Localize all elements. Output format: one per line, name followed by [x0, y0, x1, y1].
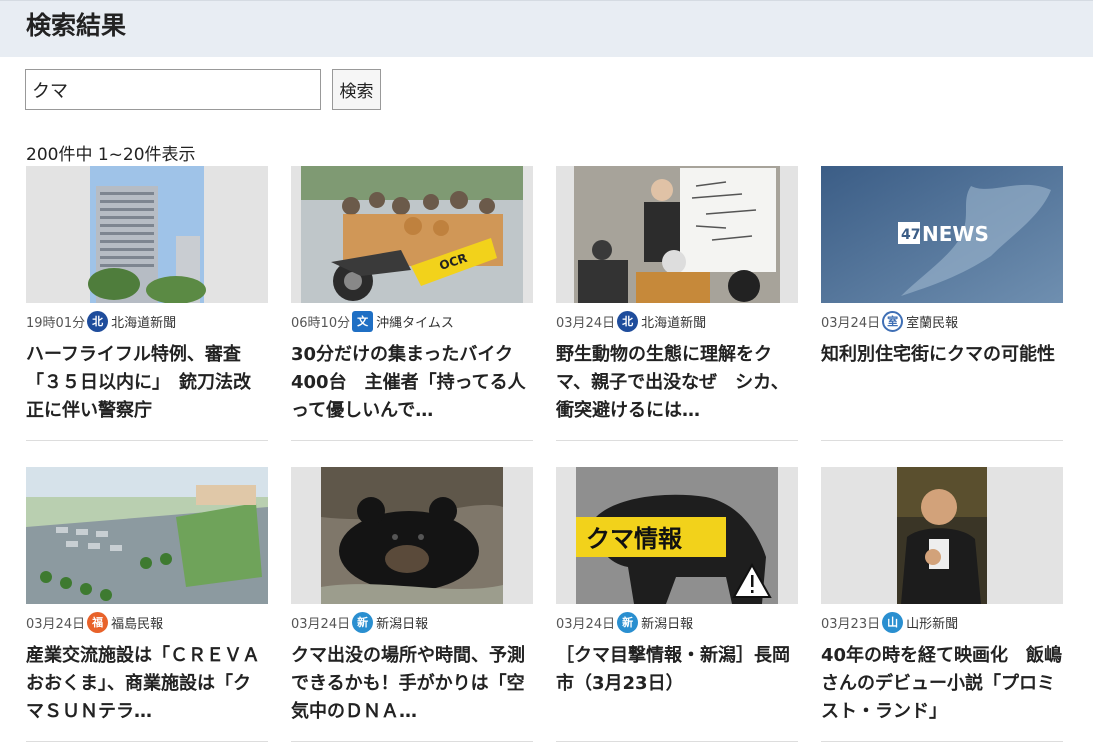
article-title[interactable]: 30分だけの集まったバイク400台 主催者「持ってる人って優しいんで…	[291, 341, 533, 425]
article-meta: 03月24日 新 新潟日報	[556, 604, 798, 640]
article-time: 03月24日	[556, 315, 616, 331]
news-card[interactable]: 47 NEWS 03月24日 室 室蘭民報 知利別住宅街にクマの可能性	[821, 166, 1063, 441]
article-meta: 19時01分 北 北海道新聞	[26, 303, 268, 339]
article-title[interactable]: ［クマ目撃情報・新潟］長岡市（3月23日）	[556, 642, 798, 698]
article-thumbnail[interactable]	[26, 467, 268, 604]
article-source: 北海道新聞	[641, 315, 707, 331]
article-title[interactable]: クマ出没の場所や時間、予測できるかも！手がかりは「空気中のＤＮＡ…	[291, 642, 533, 726]
article-meta: 03月23日 山 山形新聞	[821, 604, 1063, 640]
article-title[interactable]: 知利別住宅街にクマの可能性	[821, 341, 1063, 369]
article-source: 福島民報	[111, 616, 164, 632]
article-thumbnail[interactable]: 47 NEWS	[821, 166, 1063, 303]
article-title[interactable]: 40年の時を経て映画化 飯嶋さんのデビュー小説「プロミスト・ランド」	[821, 642, 1063, 726]
bear-info-graphic: クマ情報	[576, 467, 778, 604]
news-card[interactable]: クマ情報 03月24日 新 新潟日報 ［クマ目撃情報・新潟］長岡市（3月23日）	[556, 467, 798, 742]
search-button[interactable]: 検索	[332, 69, 381, 110]
okinawa-times-icon: 文	[352, 310, 374, 332]
article-time: 03月24日	[821, 315, 881, 331]
news-card[interactable]: 03月23日 山 山形新聞 40年の時を経て映画化 飯嶋さんのデビュー小説「プロ…	[821, 467, 1063, 742]
article-time: 19時01分	[26, 315, 86, 331]
article-time: 03月24日	[556, 616, 616, 632]
search-bar: 検索	[25, 69, 381, 110]
news-card[interactable]: 03月24日 新 新潟日報 クマ出没の場所や時間、予測できるかも！手がかりは「空…	[291, 467, 533, 742]
hokkaido-shimbun-icon: 北	[87, 310, 109, 332]
news-card[interactable]: 03月24日 福 福島民報 産業交流施設は「ＣＲＥＶＡおおくま」、商業施設は「ク…	[26, 467, 268, 742]
hokkaido-shimbun-icon: 北	[617, 310, 639, 332]
building-photo	[88, 166, 206, 303]
article-title[interactable]: 産業交流施設は「ＣＲＥＶＡおおくま」、商業施設は「クマＳＵＮテラ…	[26, 642, 268, 726]
article-source: 新潟日報	[641, 616, 694, 632]
muroran-minpo-icon: 室	[882, 310, 904, 332]
facility-rendering-image	[26, 467, 268, 604]
article-source: 沖縄タイムス	[376, 315, 454, 331]
article-meta: 03月24日 室 室蘭民報	[821, 303, 1063, 339]
article-time: 03月24日	[291, 616, 351, 632]
results-grid: 19時01分 北 北海道新聞 ハーフライフル特例、審査「３５日以内に」 銃刀法改…	[26, 166, 1063, 742]
article-meta: 06時10分 文 沖縄タイムス	[291, 303, 533, 339]
47news-logo-image: 47 NEWS	[821, 166, 1063, 303]
motorcycle-gathering-photo: OCR	[301, 166, 523, 303]
article-thumbnail[interactable]: OCR	[291, 166, 533, 303]
article-meta: 03月24日 新 新潟日報	[291, 604, 533, 640]
article-source: 山形新聞	[906, 616, 959, 632]
yamagata-shimbun-icon: 山	[882, 611, 904, 633]
article-title[interactable]: ハーフライフル特例、審査「３５日以内に」 銃刀法改正に伴い警察庁	[26, 341, 268, 425]
article-source: 新潟日報	[376, 616, 429, 632]
lecture-photo	[574, 166, 780, 303]
page-header: 検索結果	[0, 0, 1093, 57]
article-source: 室蘭民報	[906, 315, 959, 331]
article-thumbnail[interactable]	[291, 467, 533, 604]
article-meta: 03月24日 北 北海道新聞	[556, 303, 798, 339]
niigata-nippo-icon: 新	[352, 611, 374, 633]
article-title[interactable]: 野生動物の生態に理解をクマ、親子で出没なぜ シカ、衝突避けるには…	[556, 341, 798, 425]
news-card[interactable]: OCR 06時10分 文 沖縄タイムス 30分だけの集まったバイク400台 主催…	[291, 166, 533, 441]
results-count: 200件中 1~20件表示	[26, 145, 196, 165]
article-thumbnail[interactable]: クマ情報	[556, 467, 798, 604]
article-thumbnail[interactable]	[556, 166, 798, 303]
svg-text:47: 47	[901, 227, 920, 243]
search-input[interactable]	[25, 69, 321, 110]
article-time: 03月24日	[26, 616, 86, 632]
kuma-info-label: クマ情報	[586, 525, 683, 553]
article-thumbnail[interactable]	[26, 166, 268, 303]
news-card[interactable]: 19時01分 北 北海道新聞 ハーフライフル特例、審査「３５日以内に」 銃刀法改…	[26, 166, 268, 441]
news-logo-text: NEWS	[922, 222, 989, 246]
article-source: 北海道新聞	[111, 315, 177, 331]
article-meta: 03月24日 福 福島民報	[26, 604, 268, 640]
article-thumbnail[interactable]	[821, 467, 1063, 604]
bear-photo	[321, 467, 503, 604]
page-title: 検索結果	[26, 11, 127, 40]
portrait-photo	[897, 467, 987, 604]
fukushima-minpo-icon: 福	[87, 611, 109, 633]
article-time: 06時10分	[291, 315, 351, 331]
news-card[interactable]: 03月24日 北 北海道新聞 野生動物の生態に理解をクマ、親子で出没なぜ シカ、…	[556, 166, 798, 441]
niigata-nippo-icon: 新	[617, 611, 639, 633]
article-time: 03月23日	[821, 616, 881, 632]
